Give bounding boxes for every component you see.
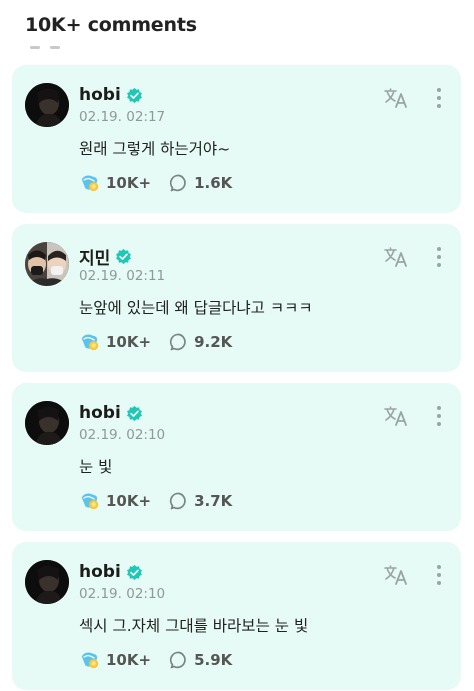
- comment-text: 섹시 그.자체 그대를 바라보는 눈 빛: [79, 617, 309, 635]
- translate-icon[interactable]: [383, 405, 409, 427]
- speech-bubble-icon[interactable]: [169, 491, 189, 511]
- comment-text: 눈앞에 있는데 왜 답글다냐고 ㅋㅋㅋ: [79, 299, 313, 317]
- comment-timestamp: 02.19. 02:11: [79, 268, 166, 284]
- comment-text: 원래 그렇게 하는거야~: [79, 140, 231, 158]
- cheer-hand-icon[interactable]: [79, 172, 101, 194]
- like-count: 10K+: [106, 651, 152, 669]
- comment-timestamp: 02.19. 02:10: [79, 427, 166, 443]
- verified-badge-icon: [116, 248, 132, 265]
- avatar[interactable]: [25, 401, 69, 445]
- verified-badge-icon: [126, 405, 142, 421]
- translate-icon[interactable]: [383, 564, 409, 586]
- cheer-hand-icon[interactable]: [79, 331, 101, 353]
- more-vertical-icon[interactable]: [430, 245, 448, 269]
- cheer-hand-icon[interactable]: [79, 649, 101, 671]
- comment-card: hobi 02.19. 02:10 섹시 그.자체 그대를 바라보는 눈 빛 1…: [12, 542, 461, 690]
- speech-bubble-icon[interactable]: [169, 173, 189, 193]
- comments-header: 10K+ comments: [25, 14, 197, 36]
- verified-badge-icon: [126, 87, 142, 103]
- comment-text: 눈 빛: [79, 458, 113, 476]
- reply-count: 5.9K: [194, 651, 233, 669]
- reply-count: 3.7K: [194, 492, 233, 510]
- verified-badge-icon: [126, 564, 142, 580]
- more-vertical-icon[interactable]: [430, 563, 448, 587]
- translate-icon[interactable]: [383, 246, 409, 268]
- header-underline-decoration: [30, 46, 74, 50]
- author-name[interactable]: hobi: [79, 403, 121, 423]
- speech-bubble-icon[interactable]: [169, 650, 189, 670]
- translate-icon[interactable]: [383, 87, 409, 109]
- comment-card: 지민 02.19. 02:11 눈앞에 있는데 왜 답글다냐고 ㅋㅋㅋ 10K+…: [12, 224, 461, 372]
- comment-timestamp: 02.19. 02:17: [79, 109, 166, 125]
- more-vertical-icon[interactable]: [430, 86, 448, 110]
- cheer-hand-icon[interactable]: [79, 490, 101, 512]
- author-name[interactable]: 지민: [79, 244, 110, 269]
- reply-count: 1.6K: [194, 174, 233, 192]
- avatar[interactable]: [25, 560, 69, 604]
- author-name[interactable]: hobi: [79, 562, 121, 582]
- comment-card: hobi 02.19. 02:17 원래 그렇게 하는거야~ 10K+ 1.6K: [12, 65, 461, 213]
- speech-bubble-icon[interactable]: [169, 332, 189, 352]
- reply-count: 9.2K: [194, 333, 233, 351]
- avatar[interactable]: [25, 83, 69, 127]
- like-count: 10K+: [106, 492, 152, 510]
- comment-timestamp: 02.19. 02:10: [79, 586, 166, 602]
- avatar[interactable]: [25, 242, 69, 286]
- author-name[interactable]: hobi: [79, 85, 121, 105]
- like-count: 10K+: [106, 333, 152, 351]
- more-vertical-icon[interactable]: [430, 404, 448, 428]
- like-count: 10K+: [106, 174, 152, 192]
- comment-card: hobi 02.19. 02:10 눈 빛 10K+ 3.7K: [12, 383, 461, 531]
